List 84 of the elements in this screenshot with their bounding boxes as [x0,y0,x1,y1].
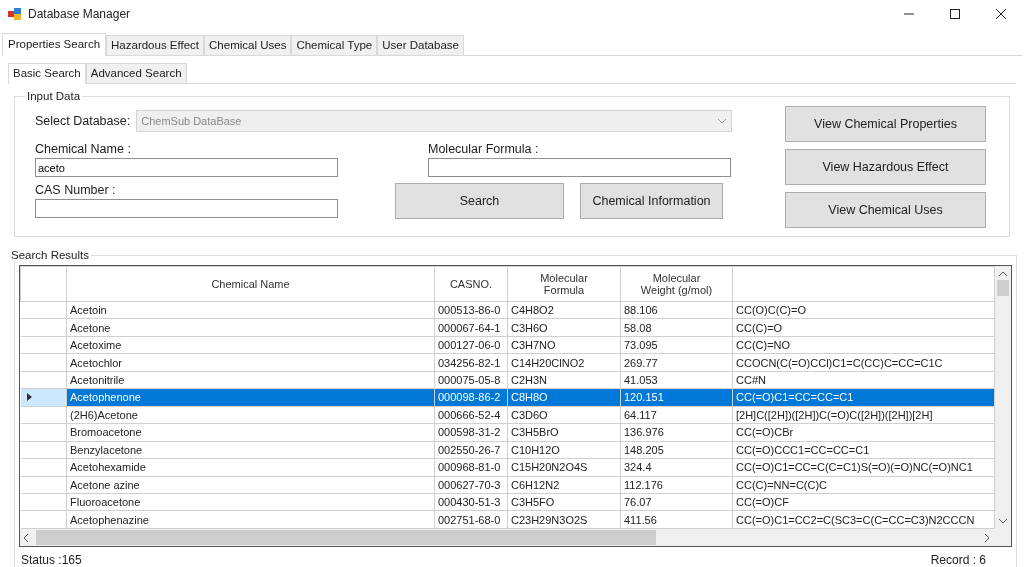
table-cell: C3H7NO [507,336,621,354]
table-cell: C3H5FO [507,493,621,511]
view-button[interactable]: View Hazardous Effect [785,149,986,185]
table-cell: Bromoacetone [66,423,435,442]
table-cell: CC#N [732,371,995,389]
tab[interactable]: User Database [377,35,464,55]
table-cell: CC(C)=O [732,318,995,337]
table-cell: 002550-26-7 [434,441,508,459]
table-cell: CC(O)C(C)=O [732,301,995,319]
table-cell: Fluoroacetone [66,493,435,511]
table-cell: 58.08 [620,318,733,337]
table-cell: 136.976 [620,423,733,442]
table-cell: C2H3N [507,371,621,389]
table-cell: CC(=O)C1=CC=C(C=C1)S(=O)(=O)NC(=O)NC1 [732,458,995,477]
field-label: Chemical Name : [35,141,132,158]
record-text: Record : 6 [930,553,986,567]
table-cell: Acetohexamide [66,458,435,477]
table-cell: C4H8O2 [507,301,621,319]
table-cell: C10H12O [507,441,621,459]
field-label: Molecular Formula : [428,141,540,158]
table-cell: 000513-86-0 [434,301,508,319]
table-cell: 41.053 [620,371,733,389]
chemical-name-field[interactable]: aceto [35,158,338,177]
table-cell: 034256-82-1 [434,353,508,372]
table-cell: CC(=O)C1=CC2=C(SC3=C(C=CC=C3)N2CCCN [732,510,995,529]
table-cell: C23H29N3O2S [507,510,621,529]
table-cell: 76.07 [620,493,733,511]
table-cell: 269.77 [620,353,733,372]
field-label: Select Database: [35,114,131,128]
table-cell: 000627-70-3 [434,476,508,494]
table-cell: CC(C)=NO [732,336,995,354]
table-cell: Acetone [66,318,435,337]
table-cell: 000127-06-0 [434,336,508,354]
table-cell: CC(=O)CCC1=CC=CC=C1 [732,441,995,459]
table-cell: C14H20ClNO2 [507,353,621,372]
view-button[interactable]: View Chemical Uses [785,192,986,228]
tab[interactable]: Basic Search [8,63,86,84]
table-cell: 324.4 [620,458,733,477]
table-cell: 64.117 [620,406,733,424]
table-cell: C3D6O [507,406,621,424]
table-cell: Acetoxime [66,336,435,354]
table-cell: 73.095 [620,336,733,354]
table-cell: Acetonitrile [66,371,435,389]
table-cell: 112.176 [620,476,733,494]
table-cell: 148.205 [620,441,733,459]
table-cell: CC(C)=NN=C(C)C [732,476,995,494]
table-cell: C15H20N2O4S [507,458,621,477]
field-label: CAS Number : [35,182,117,199]
table-cell: 88.106 [620,301,733,319]
table-cell: [2H]C([2H])([2H])C(=O)C([2H])([2H])[2H] [732,406,995,424]
chemical-information-button[interactable]: Chemical Information [580,183,723,219]
table-cell: 000075-05-8 [434,371,508,389]
table-cell: C3H6O [507,318,621,337]
table-cell: Acetone azine [66,476,435,494]
window-title: Database Manager [28,7,132,21]
table-cell: 411.56 [620,510,733,529]
table-cell: 000067-64-1 [434,318,508,337]
tab[interactable]: Properties Search [2,33,107,56]
table-cell: 000968-81-0 [434,458,508,477]
table-cell: 000598-31-2 [434,423,508,442]
table-cell: Acetochlor [66,353,435,372]
table-cell: 000666-52-4 [434,406,508,424]
column-header[interactable]: CASNO. [449,278,493,290]
group-title: Search Results [10,249,90,261]
table-cell: 002751-68-0 [434,510,508,529]
table-cell: CC(=O)CBr [732,423,995,442]
view-button[interactable]: View Chemical Properties [785,106,986,142]
table-cell: (2H6)Acetone [66,406,435,424]
column-header[interactable]: Chemical Name [211,278,290,290]
table-cell: CC(=O)CF [732,493,995,511]
table-cell: CCOCN(C(=O)CCl)C1=C(CC)C=CC=C1C [732,353,995,372]
table-cell: Acetophenazine [66,510,435,529]
tab[interactable]: Hazardous Effect [106,35,205,55]
group-title: Input Data [26,90,82,102]
table-cell: 000430-51-3 [434,493,508,511]
table-cell: Benzylacetone [66,441,435,459]
search-button[interactable]: Search [395,183,564,219]
table-cell: Acetoin [66,301,435,319]
tab[interactable]: Chemical Type [291,35,378,55]
status-text: Status :165 [21,553,82,567]
tab[interactable]: Advanced Search [85,63,187,83]
table-cell: C3H5BrO [507,423,621,442]
tab[interactable]: Chemical Uses [204,35,292,55]
table-cell: C6H12N2 [507,476,621,494]
